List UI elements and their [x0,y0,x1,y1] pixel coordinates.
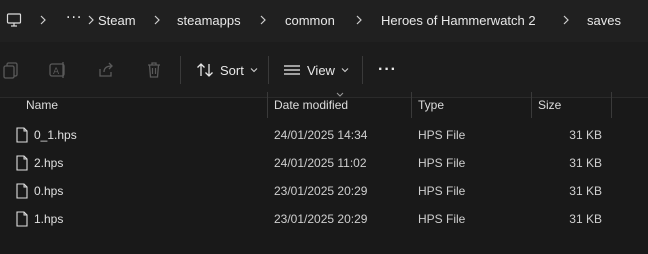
chevron-down-icon [341,68,349,73]
file-icon [16,211,28,227]
view-icon [284,65,300,75]
chevron-right-icon[interactable] [354,13,364,27]
breadcrumb-game-folder[interactable]: Heroes of Hammerwatch 2 [381,13,536,28]
rename-icon[interactable]: A [48,60,68,80]
copy-icon[interactable] [2,60,22,80]
breadcrumb-steamapps[interactable]: steamapps [177,13,241,28]
column-header: Name Date modified Type Size [0,92,648,118]
table-row[interactable]: 0.hps 23/01/2025 20:29 HPS File 31 KB [0,178,648,206]
file-type: HPS File [418,184,466,198]
view-button[interactable]: View [283,59,349,81]
address-bar: ··· Steam steamapps common Heroes of Ham… [0,0,648,42]
chevron-right-icon[interactable] [38,13,48,27]
file-name: 0.hps [34,184,64,198]
chevron-right-icon[interactable] [561,13,571,27]
breadcrumb-steam[interactable]: Steam [98,13,136,28]
svg-text:A: A [53,67,60,77]
share-icon[interactable] [96,60,116,80]
chevron-right-icon[interactable] [86,13,96,27]
sort-label: Sort [220,62,244,78]
command-bar: A Sort View ··· [0,42,648,98]
column-type[interactable]: Type [418,92,444,118]
file-size: 31 KB [569,156,602,170]
table-row[interactable]: 0_1.hps 24/01/2025 14:34 HPS File 31 KB [0,122,648,150]
toolbar-divider [362,56,363,84]
column-name[interactable]: Name [26,92,58,118]
column-divider[interactable] [531,92,532,118]
file-size: 31 KB [569,184,602,198]
breadcrumb-more[interactable]: ··· [66,10,82,26]
trash-icon[interactable] [144,60,164,80]
chevron-right-icon[interactable] [152,13,162,27]
view-label: View [307,62,335,78]
toolbar-divider [180,56,181,84]
file-icon [16,155,28,171]
breadcrumb-saves[interactable]: saves [587,13,621,28]
chevron-right-icon[interactable] [258,13,268,27]
file-date: 24/01/2025 14:34 [274,128,368,142]
file-name: 1.hps [34,212,64,226]
file-type: HPS File [418,128,466,142]
sort-icon [197,63,213,77]
file-icon [16,183,28,199]
file-size: 31 KB [569,128,602,142]
table-row[interactable]: 2.hps 24/01/2025 11:02 HPS File 31 KB [0,150,648,178]
file-icon [16,127,28,143]
chevron-down-icon [250,68,258,73]
sort-button[interactable]: Sort [196,59,258,81]
column-divider[interactable] [267,92,268,118]
column-date-modified[interactable]: Date modified [274,92,348,118]
this-pc-icon[interactable] [6,12,22,28]
file-size: 31 KB [569,212,602,226]
file-date: 23/01/2025 20:29 [274,184,368,198]
file-name: 2.hps [34,156,64,170]
table-row[interactable]: 1.hps 23/01/2025 20:29 HPS File 31 KB [0,206,648,234]
column-divider[interactable] [411,92,412,118]
file-type: HPS File [418,156,466,170]
breadcrumb-common[interactable]: common [285,13,335,28]
file-date: 23/01/2025 20:29 [274,212,368,226]
column-size[interactable]: Size [538,92,561,118]
see-more-button[interactable]: ··· [378,59,397,81]
file-date: 24/01/2025 11:02 [274,156,367,170]
column-divider[interactable] [611,92,612,118]
file-name: 0_1.hps [34,128,77,142]
toolbar-divider [268,56,269,84]
file-type: HPS File [418,212,466,226]
